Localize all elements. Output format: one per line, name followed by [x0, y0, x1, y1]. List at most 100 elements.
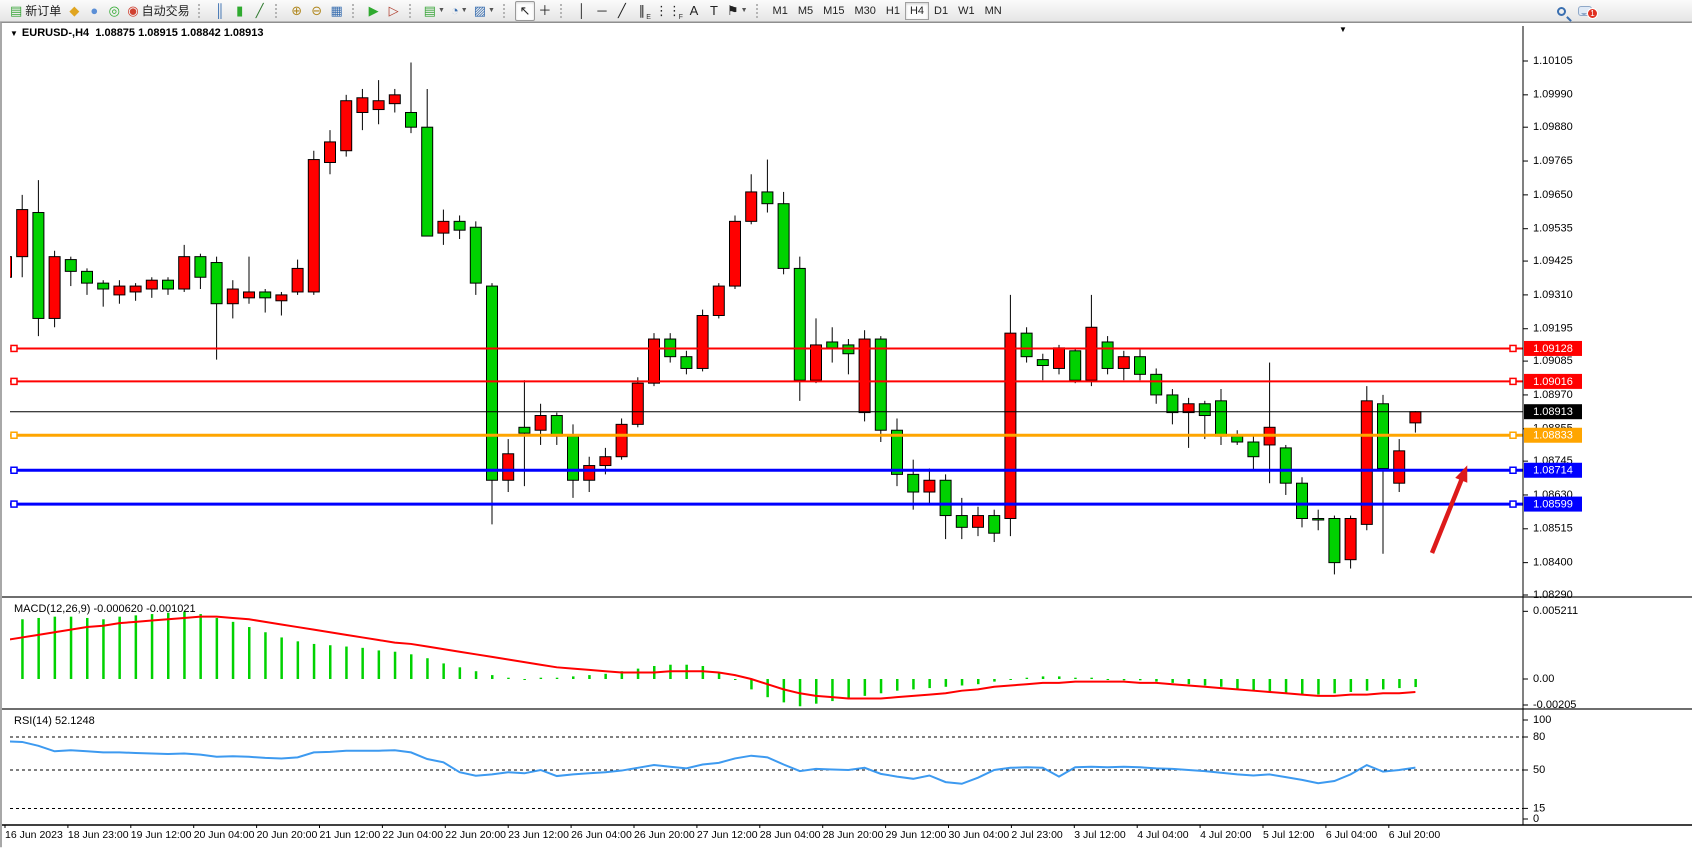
candle-29[interactable] [470, 227, 481, 283]
candle-13[interactable] [211, 263, 222, 304]
candle-81[interactable] [1313, 519, 1324, 521]
candle-21[interactable] [341, 101, 352, 151]
candle-70[interactable] [1135, 357, 1146, 375]
candle-42[interactable] [681, 357, 692, 369]
hline-handle[interactable] [1510, 345, 1516, 351]
timeframe-h4[interactable]: H4 [905, 2, 929, 20]
timeframe-w1[interactable]: W1 [953, 2, 980, 20]
candle-40[interactable] [649, 339, 660, 383]
candle-31[interactable] [503, 454, 514, 480]
tile-windows-button[interactable]: ▦ [327, 1, 347, 21]
vertical-line-button[interactable]: │ [572, 1, 592, 21]
candle-3[interactable] [49, 257, 60, 319]
zoom-out-button[interactable]: ⊖ [307, 1, 327, 21]
candle-51[interactable] [827, 342, 838, 348]
crosshair-button[interactable]: ＋ [535, 1, 555, 21]
candle-72[interactable] [1167, 395, 1178, 413]
candle-17[interactable] [276, 295, 287, 301]
candle-64[interactable] [1037, 360, 1048, 366]
candle-66[interactable] [1070, 351, 1081, 380]
candle-10[interactable] [163, 280, 174, 289]
trendline-button[interactable]: ╱ [612, 1, 632, 21]
candle-80[interactable] [1297, 483, 1308, 518]
candle-26[interactable] [422, 127, 433, 236]
hline-handle[interactable] [1510, 378, 1516, 384]
candle-67[interactable] [1086, 327, 1097, 380]
candle-43[interactable] [697, 315, 708, 368]
candle-74[interactable] [1199, 404, 1210, 416]
candle-2[interactable] [33, 213, 44, 319]
candle-82[interactable] [1329, 519, 1340, 563]
candle-14[interactable] [227, 289, 238, 304]
candle-12[interactable] [195, 257, 206, 278]
candle-30[interactable] [487, 286, 498, 480]
candle-53[interactable] [859, 339, 870, 413]
candle-47[interactable] [762, 192, 773, 204]
candle-63[interactable] [1021, 333, 1032, 357]
horizontal-line-button[interactable]: ─ [592, 1, 612, 21]
candle-25[interactable] [406, 112, 417, 127]
candle-38[interactable] [616, 424, 627, 456]
signal-button[interactable]: ◎ [104, 1, 124, 21]
candle-8[interactable] [130, 286, 141, 292]
chart-shift-button[interactable]: ▷ [384, 1, 404, 21]
panel-separator[interactable] [2, 708, 1692, 710]
auto-scroll-button[interactable]: ▶ [364, 1, 384, 21]
hline-handle[interactable] [1510, 501, 1516, 507]
candle-50[interactable] [811, 345, 822, 380]
hline-handle[interactable] [11, 432, 17, 438]
search-icon[interactable] [1557, 7, 1566, 16]
candle-59[interactable] [956, 516, 967, 528]
candle-75[interactable] [1216, 401, 1227, 436]
hline-handle[interactable] [1510, 467, 1516, 473]
price-chart[interactable]: 1.101051.099901.098801.097651.096501.095… [2, 23, 1692, 848]
candle-87[interactable] [1410, 412, 1421, 423]
candle-58[interactable] [940, 480, 951, 515]
hline-handle[interactable] [11, 467, 17, 473]
hline-handle[interactable] [11, 378, 17, 384]
candle-24[interactable] [389, 95, 400, 104]
candle-15[interactable] [244, 292, 255, 298]
candle-71[interactable] [1151, 374, 1162, 395]
candle-60[interactable] [973, 516, 984, 528]
candle-1[interactable] [17, 210, 28, 257]
candle-55[interactable] [892, 430, 903, 474]
candle-6[interactable] [98, 283, 109, 289]
candle-79[interactable] [1280, 448, 1291, 483]
timeframe-m15[interactable]: M15 [818, 2, 849, 20]
zoom-in-button[interactable]: ⊕ [287, 1, 307, 21]
candle-56[interactable] [908, 474, 919, 492]
candle-27[interactable] [438, 221, 449, 233]
candle-18[interactable] [292, 268, 303, 292]
candle-39[interactable] [632, 383, 643, 424]
candle-22[interactable] [357, 98, 368, 113]
hline-handle[interactable] [11, 345, 17, 351]
candle-35[interactable] [568, 436, 579, 480]
chart-collapse-icon[interactable]: ▼ [10, 29, 18, 38]
candle-33[interactable] [535, 416, 546, 431]
candle-45[interactable] [730, 221, 741, 286]
dropdown-arrow-icon[interactable]: ▼ [461, 7, 468, 14]
candle-28[interactable] [454, 221, 465, 230]
cursor-button[interactable]: ↖ [515, 1, 535, 21]
candle-65[interactable] [1054, 348, 1065, 369]
candle-76[interactable] [1232, 436, 1243, 442]
candle-62[interactable] [1005, 333, 1016, 518]
community-button[interactable]: ● [84, 1, 104, 21]
candlestick-chart-button[interactable]: ▮ [230, 1, 250, 21]
timeframe-m5[interactable]: M5 [793, 2, 818, 20]
templates-button[interactable]: ▨▼ [471, 1, 498, 21]
candle-16[interactable] [260, 292, 271, 298]
periods-button[interactable]: ◔▼ [448, 1, 471, 21]
fibonacci-button[interactable]: ⋮⋮F [652, 1, 684, 21]
label-button[interactable]: T [704, 1, 724, 21]
candle-54[interactable] [875, 339, 886, 430]
new-order-button[interactable]: ▤新订单 [7, 1, 64, 21]
styler-button[interactable]: ◆ [64, 1, 84, 21]
candle-44[interactable] [713, 286, 724, 315]
candle-19[interactable] [308, 160, 319, 292]
timeframe-h1[interactable]: H1 [881, 2, 905, 20]
candle-49[interactable] [794, 268, 805, 380]
line-chart-button[interactable]: ╱ [250, 1, 270, 21]
dropdown-arrow-icon[interactable]: ▼ [438, 7, 445, 14]
